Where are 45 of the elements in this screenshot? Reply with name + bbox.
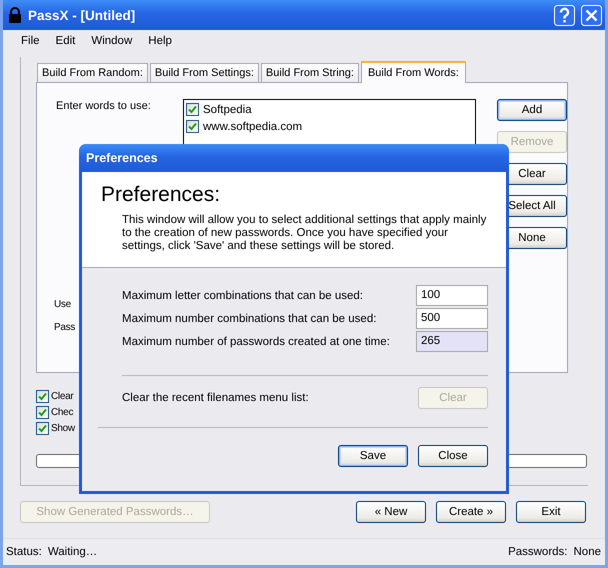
action-button[interactable]: Exit [516,501,586,523]
status-label: Status: [6,546,42,558]
setting-label: Maximum letter combinations that can be used: [122,290,364,302]
passwords-count: None [574,546,601,558]
dialog-title: Preferences [86,151,158,165]
checkbox[interactable] [186,120,199,133]
field-label: Pass [54,322,76,333]
checkbox-label: Show [51,423,75,434]
tab[interactable]: Build From Words: [360,61,466,83]
checkbox-label: Chec [51,407,74,418]
input-field[interactable]: 500 [416,308,488,329]
menu-item[interactable]: File [13,35,48,47]
menu-item[interactable]: Edit [48,35,84,47]
menu-item[interactable]: Window [83,35,140,47]
dialog-button[interactable]: Save [338,445,408,467]
help-icon[interactable] [554,4,575,26]
checkbox[interactable] [186,103,199,116]
checkbox-label: Clear [51,391,74,402]
tab[interactable]: Build From String: [260,63,359,82]
status-text: Waiting… [48,546,98,558]
panel-button[interactable]: Add [497,99,567,121]
setting-label: Maximum number of passwords created at one time: [122,336,391,348]
window-title: PassX - [Untiled] [28,8,136,22]
tab[interactable]: Build From Settings: [150,63,259,82]
dialog-description: This window will allow you to select additional settings that apply mainly to the creation of new passwords. Once you have specified your settings, click 'Save' and these settings will be stored. [122,214,488,253]
setting-label: Maximum number combinations that can be used: [122,312,378,324]
checkbox[interactable] [36,406,49,419]
input-field[interactable]: 265 [416,331,488,352]
action-button[interactable]: Create » [436,501,506,523]
list-item[interactable]: www.softpedia.com [203,120,302,132]
list-item[interactable]: Softpedia [203,104,252,116]
padlock-icon [8,7,22,23]
dialog-button[interactable]: Close [418,445,488,467]
checkbox[interactable] [36,422,49,435]
dialog-heading: Preferences: [101,182,222,208]
tab[interactable]: Build From Random: [37,63,148,82]
passwords-label: Passwords: [508,546,568,558]
close-icon[interactable] [581,4,602,26]
input-field[interactable]: 100 [416,285,488,306]
setting-label: Clear the recent filenames menu list: [122,392,310,404]
menu-item[interactable]: Help [140,35,180,47]
action-button[interactable]: « New [356,501,426,523]
field-label: Use [54,299,71,310]
checkbox[interactable] [36,390,49,403]
field-label: Enter words to use: [56,100,152,112]
